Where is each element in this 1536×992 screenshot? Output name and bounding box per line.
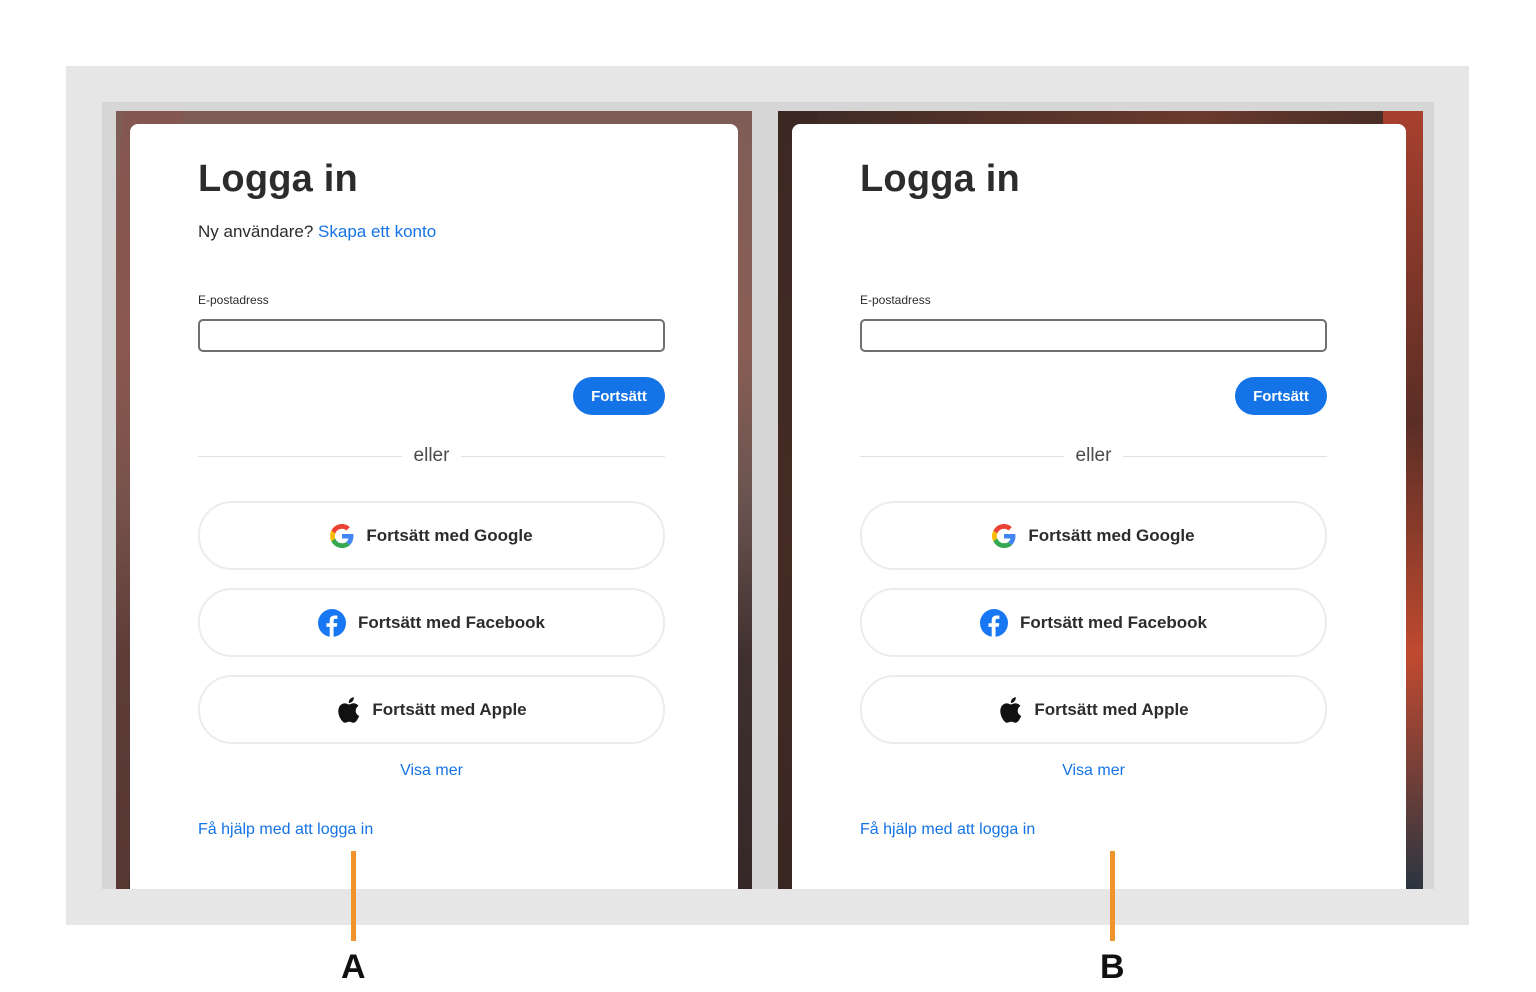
continue-with-google-button[interactable]: Fortsätt med Google bbox=[860, 501, 1327, 570]
new-user-prompt: Ny användare? Skapa ett konto bbox=[198, 222, 436, 242]
google-icon bbox=[992, 523, 1016, 548]
apple-label: Fortsätt med Apple bbox=[372, 699, 527, 719]
email-label: E-postadress bbox=[860, 293, 931, 307]
continue-button[interactable]: Fortsätt bbox=[573, 377, 665, 415]
email-label: E-postadress bbox=[198, 293, 269, 307]
marker-line-b bbox=[1110, 851, 1115, 941]
marker-label-b: B bbox=[1100, 948, 1125, 986]
show-more-link[interactable]: Visa mer bbox=[198, 762, 665, 780]
panel-b: Logga in E-postadress Fortsätt eller For… bbox=[778, 111, 1423, 889]
email-input[interactable] bbox=[860, 319, 1327, 352]
facebook-icon bbox=[317, 608, 346, 637]
or-text: eller bbox=[401, 445, 462, 466]
continue-with-facebook-button[interactable]: Fortsätt med Facebook bbox=[860, 588, 1327, 657]
login-card-b: Logga in E-postadress Fortsätt eller For… bbox=[792, 124, 1406, 889]
continue-with-google-button[interactable]: Fortsätt med Google bbox=[198, 501, 665, 570]
google-icon bbox=[330, 523, 354, 548]
apple-label: Fortsätt med Apple bbox=[1034, 699, 1189, 719]
show-more-link[interactable]: Visa mer bbox=[860, 762, 1327, 780]
or-text: eller bbox=[1063, 445, 1124, 466]
continue-with-apple-button[interactable]: Fortsätt med Apple bbox=[860, 675, 1327, 744]
google-label: Fortsätt med Google bbox=[366, 525, 533, 545]
or-separator: eller bbox=[198, 445, 665, 467]
marker-label-a: A bbox=[341, 948, 366, 986]
marker-line-a bbox=[351, 851, 356, 941]
apple-icon bbox=[998, 696, 1022, 724]
panel-a: Logga in Ny användare? Skapa ett konto E… bbox=[116, 111, 752, 889]
or-separator: eller bbox=[860, 445, 1327, 467]
facebook-icon bbox=[979, 608, 1008, 637]
help-login-link[interactable]: Få hjälp med att logga in bbox=[860, 821, 1035, 839]
continue-button[interactable]: Fortsätt bbox=[1235, 377, 1327, 415]
page-title: Logga in bbox=[198, 158, 358, 200]
continue-with-facebook-button[interactable]: Fortsätt med Facebook bbox=[198, 588, 665, 657]
facebook-label: Fortsätt med Facebook bbox=[1019, 612, 1208, 632]
continue-with-apple-button[interactable]: Fortsätt med Apple bbox=[198, 675, 665, 744]
facebook-label: Fortsätt med Facebook bbox=[357, 612, 546, 632]
google-label: Fortsätt med Google bbox=[1028, 525, 1195, 545]
email-input[interactable] bbox=[198, 319, 665, 352]
help-login-link[interactable]: Få hjälp med att logga in bbox=[198, 821, 373, 839]
create-account-link[interactable]: Skapa ett konto bbox=[318, 222, 436, 241]
new-user-text: Ny användare? bbox=[198, 222, 314, 241]
apple-icon bbox=[336, 696, 360, 724]
login-card-a: Logga in Ny användare? Skapa ett konto E… bbox=[130, 124, 738, 889]
page-title: Logga in bbox=[860, 158, 1020, 200]
